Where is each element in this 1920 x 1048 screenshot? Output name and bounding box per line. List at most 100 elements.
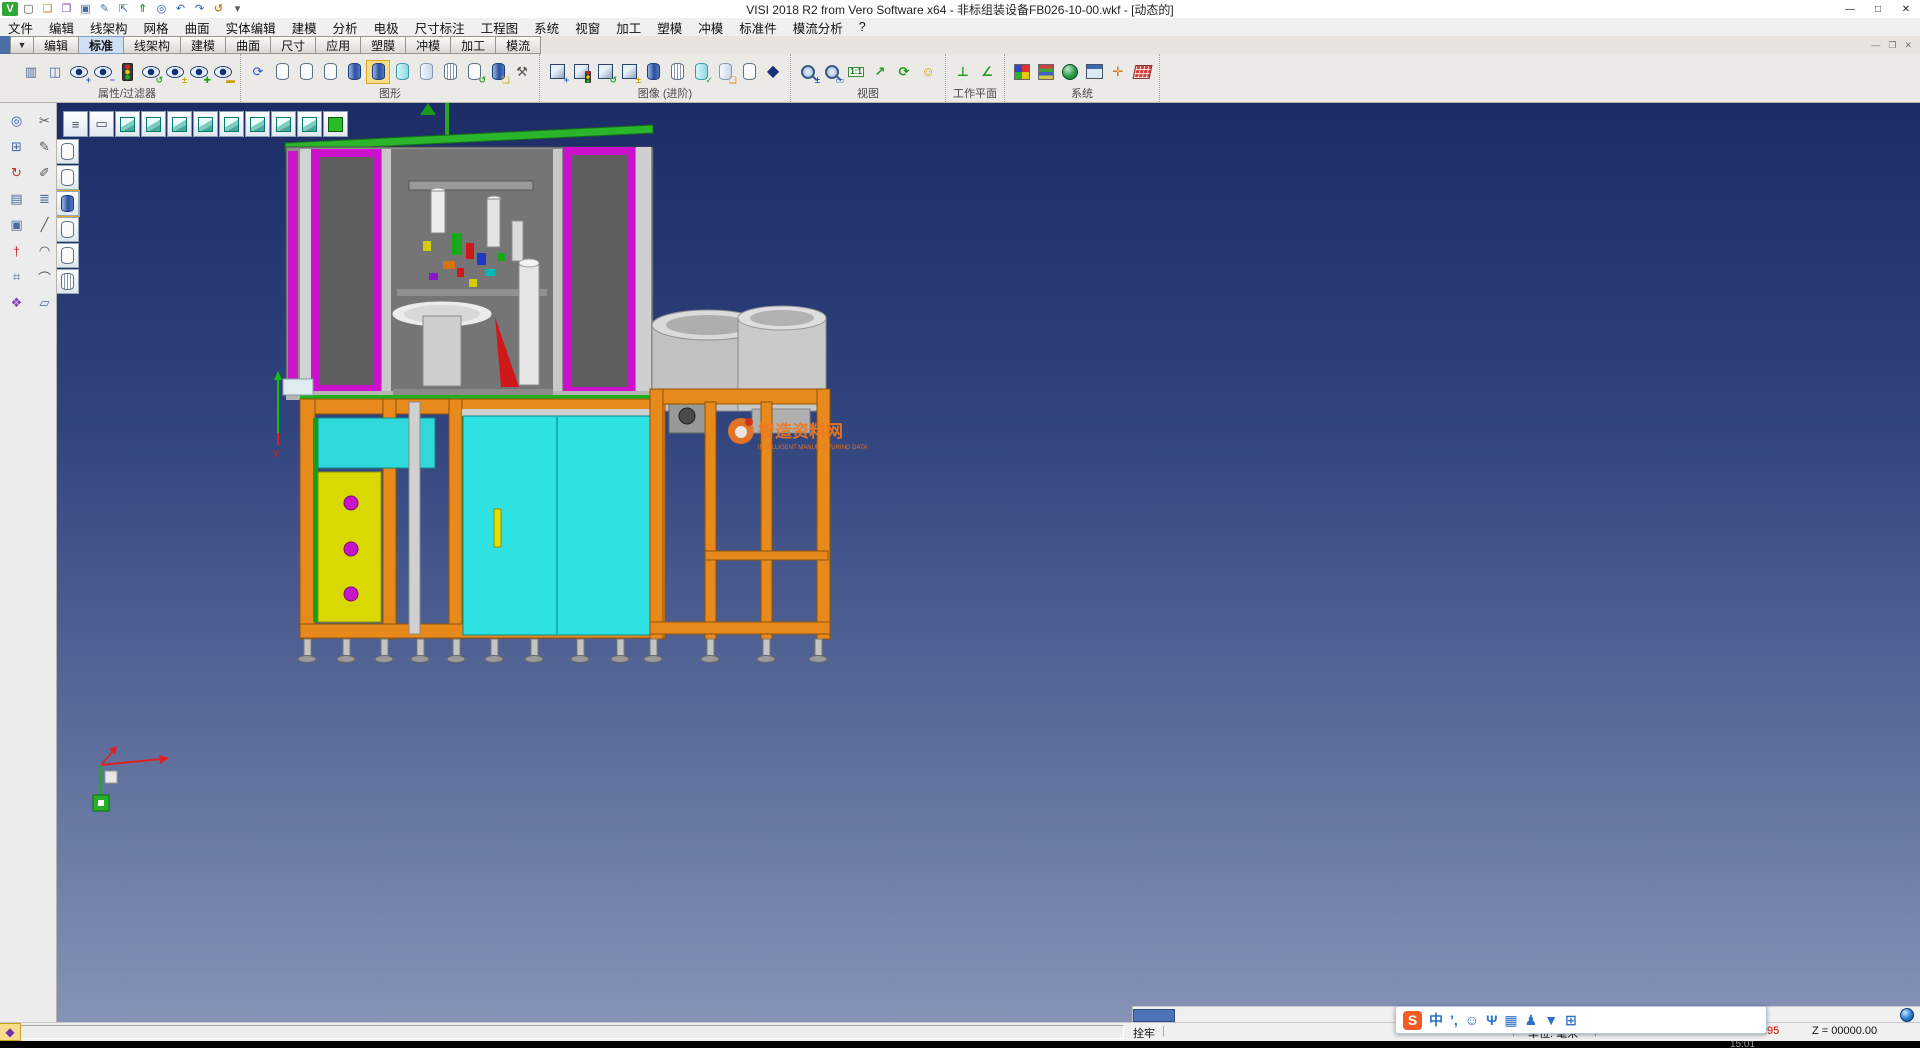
ribbon-tab[interactable]: 塑膜 xyxy=(361,36,406,54)
ime-skin-icon[interactable]: ▼ xyxy=(1544,1012,1558,1028)
arc-tool-icon[interactable]: ⌒ xyxy=(31,265,58,289)
solid-verified-icon[interactable]: ✓ xyxy=(690,61,712,83)
layers-tool-icon[interactable]: ≣ xyxy=(31,187,58,211)
menu-item[interactable]: 冲模 xyxy=(690,18,731,37)
open-folder-icon[interactable]: ❏ xyxy=(39,2,56,17)
solid-dotted-icon[interactable] xyxy=(642,61,664,83)
line-tool-icon[interactable]: ╱ xyxy=(31,213,58,237)
ribbon-tab[interactable]: 建模 xyxy=(181,36,226,54)
tab-dropdown-button[interactable]: ▼ xyxy=(10,36,34,54)
solid-shaded-icon[interactable]: ◆ xyxy=(762,61,784,83)
display-shaded-button[interactable] xyxy=(57,191,79,216)
invert-visibility-icon[interactable]: ± xyxy=(164,61,186,83)
display-flat-button[interactable] xyxy=(57,217,79,242)
menu-item[interactable]: 加工 xyxy=(608,18,649,37)
viewport-3d[interactable]: Y 智造资料网 INTELLIGENT MANUFACTURING DATA xyxy=(57,103,1920,1022)
dynamic-pan-icon[interactable]: ↗ xyxy=(869,61,891,83)
sogou-logo[interactable]: S xyxy=(1403,1011,1422,1030)
ribbon-tab[interactable]: 模流 xyxy=(496,36,541,54)
ime-emoji-icon[interactable]: ☺ xyxy=(1465,1012,1479,1028)
view-shaded-button[interactable] xyxy=(323,111,348,137)
view-plane-button[interactable]: ▭ xyxy=(89,111,114,137)
new-file-icon[interactable]: ▢ xyxy=(20,2,37,17)
mold-grid-icon[interactable] xyxy=(1131,61,1153,83)
color-table-icon[interactable] xyxy=(1035,61,1057,83)
menu-item[interactable]: 建模 xyxy=(284,18,325,37)
view-settings-icon[interactable]: ⚒ xyxy=(511,61,533,83)
view-iso-8-button[interactable] xyxy=(297,111,322,137)
ribbon-tab[interactable]: 标准 xyxy=(79,36,124,54)
compass-tool-icon[interactable]: ◠ xyxy=(31,239,58,263)
frame-tool-icon[interactable]: ⊞ xyxy=(3,135,30,159)
print-tool-icon[interactable]: ▤ xyxy=(3,187,30,211)
display-hidden-button[interactable] xyxy=(57,165,79,190)
measure-tool-icon[interactable]: ⌗ xyxy=(3,265,30,289)
ribbon-tab[interactable]: 尺寸 xyxy=(271,36,316,54)
ime-toolbox-icon[interactable]: ⊞ xyxy=(1565,1012,1577,1029)
solid-striped-icon[interactable] xyxy=(666,61,688,83)
wireframe-view-icon[interactable] xyxy=(271,61,293,83)
regen-solid-icon[interactable]: ↺ xyxy=(463,61,485,83)
show-all-icon[interactable]: ✚ xyxy=(188,61,210,83)
hide-all-icon[interactable]: ▬ xyxy=(212,61,234,83)
ribbon-tab[interactable]: 线架构 xyxy=(124,36,181,54)
zoom-in-out-icon[interactable]: ± xyxy=(797,61,819,83)
close-button[interactable]: ✕ xyxy=(1892,0,1920,18)
zoom-window-icon[interactable]: ▭ xyxy=(821,61,843,83)
menu-item[interactable]: 实体编辑 xyxy=(218,18,284,37)
ribbon-tab[interactable]: 加工 xyxy=(451,36,496,54)
menu-item[interactable]: 分析 xyxy=(325,18,366,37)
adv-invert-icon[interactable]: ± xyxy=(618,61,640,83)
menu-item[interactable]: 文件 xyxy=(0,18,41,37)
menu-item[interactable]: 塑模 xyxy=(649,18,690,37)
preferences-icon[interactable] xyxy=(1083,61,1105,83)
pin-tool-icon[interactable]: † xyxy=(3,239,30,263)
menu-item[interactable]: 编辑 xyxy=(41,18,82,37)
ime-person-icon[interactable]: ♟ xyxy=(1525,1012,1538,1029)
mdi-restore-button[interactable]: ❐ xyxy=(1888,40,1896,51)
grid-snap-icon[interactable]: ✛ xyxy=(1107,61,1129,83)
display-dashed-button[interactable] xyxy=(57,243,79,268)
view-iso-1-button[interactable] xyxy=(115,111,140,137)
ribbon-tab[interactable]: 编辑 xyxy=(34,36,79,54)
view-menu-button[interactable]: ≡ xyxy=(63,111,88,137)
menu-item[interactable]: 模流分析 xyxy=(785,18,851,37)
save-icon[interactable]: ▣ xyxy=(77,2,94,17)
undo-icon[interactable]: ↶ xyxy=(172,2,189,17)
dashed-hidden-view-icon[interactable] xyxy=(319,61,341,83)
menu-item[interactable]: 线架构 xyxy=(82,18,136,37)
history-icon[interactable]: ↺ xyxy=(210,2,227,17)
attribute-modify-icon[interactable]: ▥ xyxy=(20,61,42,83)
adv-show-icon[interactable]: + xyxy=(546,61,568,83)
mdi-close-button[interactable]: ✕ xyxy=(1904,40,1912,51)
view-top-button[interactable] xyxy=(219,111,244,137)
maximize-button[interactable]: □ xyxy=(1864,0,1892,18)
menu-item[interactable]: 视窗 xyxy=(567,18,608,37)
view-iso-3-button[interactable] xyxy=(167,111,192,137)
rotate-tool-icon[interactable]: ↻ xyxy=(3,161,30,185)
menu-item[interactable]: ? xyxy=(851,20,874,34)
view-orientation-icon[interactable]: ☺ xyxy=(917,61,939,83)
shaded-view-icon[interactable] xyxy=(343,61,365,83)
solid-wire-icon[interactable] xyxy=(738,61,760,83)
minimize-button[interactable]: — xyxy=(1836,0,1864,18)
save-as-icon[interactable]: ✎ xyxy=(96,2,113,17)
export-icon[interactable]: ⇱ xyxy=(115,2,132,17)
workplane-align-icon[interactable]: ∠ xyxy=(976,61,998,83)
solid-copy-icon[interactable]: ❏ xyxy=(714,61,736,83)
adv-regen-icon[interactable]: ↺ xyxy=(594,61,616,83)
menu-item[interactable]: 工程图 xyxy=(473,18,527,37)
ribbon-tab[interactable]: 曲面 xyxy=(226,36,271,54)
zoom-extents-icon[interactable]: 1:1 xyxy=(845,61,867,83)
copy-tool-icon[interactable]: ▱ xyxy=(31,291,58,315)
redraw-icon[interactable]: ⟳ xyxy=(247,61,269,83)
show-entities-icon[interactable]: + xyxy=(68,61,90,83)
shaded-edges-view-icon[interactable] xyxy=(367,61,389,83)
redo-icon[interactable]: ↷ xyxy=(191,2,208,17)
filter-traffic-light-icon[interactable] xyxy=(116,61,138,83)
view-iso-4-button[interactable] xyxy=(193,111,218,137)
view-front-button[interactable] xyxy=(245,111,270,137)
ribbon-tab[interactable]: 冲模 xyxy=(406,36,451,54)
status-shade-icon[interactable]: ◆ xyxy=(0,1024,20,1040)
zoom-select-icon[interactable]: ◎ xyxy=(3,109,30,133)
